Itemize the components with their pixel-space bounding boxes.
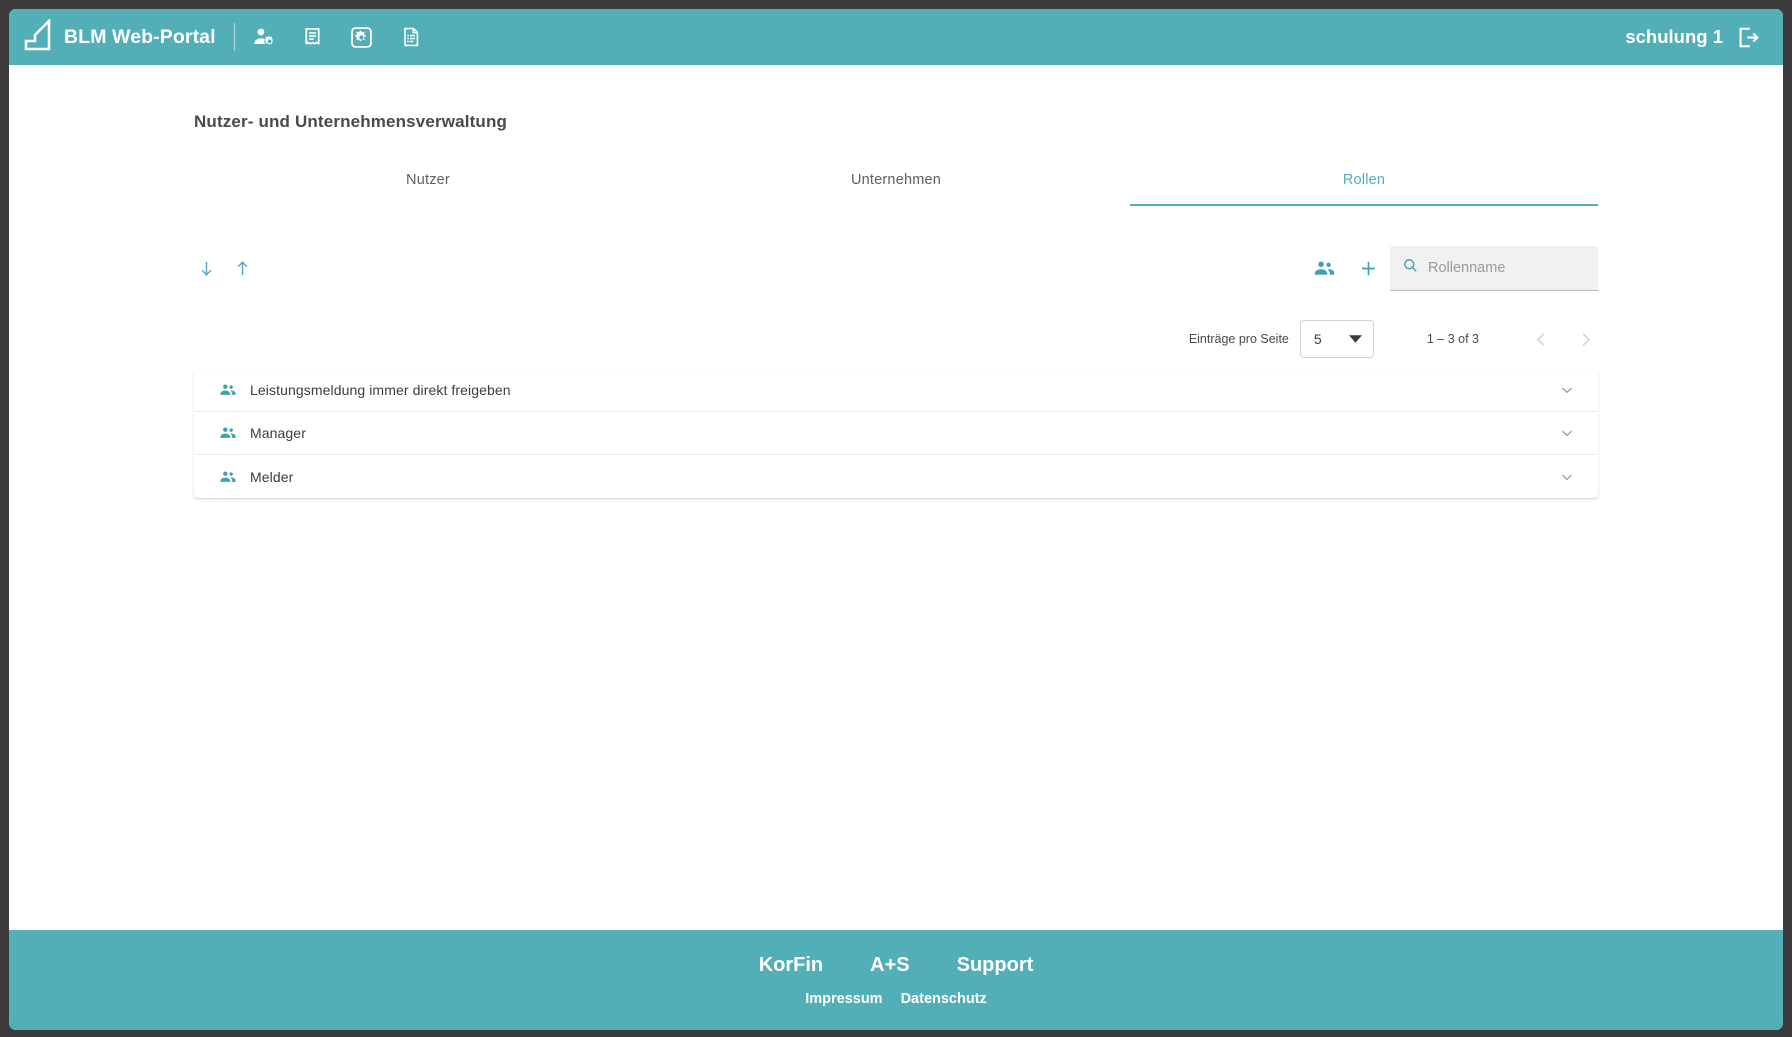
role-name-label: Melder — [250, 469, 293, 485]
footer-link-impressum[interactable]: Impressum — [805, 991, 882, 1007]
roles-list-card: Leistungsmeldung immer direkt freigeben — [194, 369, 1598, 498]
roles-toolbar — [194, 243, 1598, 293]
plus-add-icon[interactable] — [1355, 255, 1381, 281]
chevron-left-icon[interactable] — [1528, 326, 1554, 352]
app-header-bar: BLM Web-Portal — [9, 9, 1783, 65]
header-divider — [234, 23, 235, 51]
chevron-down-icon[interactable] — [1556, 422, 1578, 444]
tab-bar: Nutzer Unternehmen Rollen — [194, 159, 1598, 206]
range-label: 1 – 3 of 3 — [1427, 332, 1479, 346]
logout-icon[interactable] — [1736, 25, 1761, 50]
page-footer: KorFin A+S Support Impressum Datenschutz — [9, 930, 1783, 1030]
user-settings-icon[interactable] — [251, 24, 277, 50]
chevron-down-icon[interactable] — [1556, 466, 1578, 488]
user-area: schulung 1 — [1625, 25, 1761, 50]
search-input[interactable] — [1428, 260, 1586, 276]
user-name-label: schulung 1 — [1625, 26, 1723, 48]
footer-link-datenschutz[interactable]: Datenschutz — [901, 991, 987, 1007]
role-name-label: Leistungsmeldung immer direkt freigeben — [250, 382, 511, 398]
paginator: Einträge pro Seite 5 1 – 3 of 3 — [194, 315, 1598, 363]
arrow-up-icon[interactable] — [230, 256, 254, 280]
search-field[interactable] — [1390, 246, 1598, 291]
tab-unternehmen[interactable]: Unternehmen — [662, 159, 1130, 206]
group-users-icon — [218, 423, 238, 443]
header-nav-icons — [251, 24, 424, 50]
table-row[interactable]: Melder — [194, 455, 1598, 498]
per-page-select[interactable]: 5 — [1300, 320, 1374, 358]
page-title: Nutzer- und Unternehmensverwaltung — [194, 112, 1783, 132]
footer-primary-links: KorFin A+S Support — [759, 954, 1034, 977]
footer-link-aps[interactable]: A+S — [870, 954, 909, 977]
per-page-label: Einträge pro Seite — [1189, 332, 1289, 346]
per-page-value: 5 — [1314, 331, 1322, 347]
table-row[interactable]: Leistungsmeldung immer direkt freigeben — [194, 369, 1598, 412]
browser-window: BLM Web-Portal — [9, 9, 1783, 1030]
chevron-right-icon[interactable] — [1572, 326, 1598, 352]
toolbar-actions — [1311, 255, 1381, 281]
settings-gear-icon[interactable] — [349, 24, 375, 50]
expand-collapse-group — [194, 256, 254, 280]
page-nav — [1528, 326, 1598, 352]
brand-group[interactable]: BLM Web-Portal — [23, 19, 216, 56]
arrow-down-icon[interactable] — [194, 256, 218, 280]
tab-rollen[interactable]: Rollen — [1130, 159, 1598, 206]
footer-link-support[interactable]: Support — [957, 954, 1034, 977]
group-users-icon[interactable] — [1311, 255, 1337, 281]
tab-nutzer[interactable]: Nutzer — [194, 159, 662, 206]
footer-secondary-links: Impressum Datenschutz — [805, 991, 987, 1007]
document-lines-icon[interactable] — [398, 24, 424, 50]
brand-title: BLM Web-Portal — [64, 26, 216, 49]
blm-chart-logo-icon — [23, 19, 53, 56]
table-row[interactable]: Manager — [194, 412, 1598, 455]
chevron-down-icon — [1349, 330, 1362, 348]
group-users-icon — [218, 467, 238, 487]
document-receipt-icon[interactable] — [300, 24, 326, 50]
role-name-label: Manager — [250, 425, 306, 441]
footer-link-korfin[interactable]: KorFin — [759, 954, 823, 977]
search-icon — [1402, 257, 1419, 279]
main-content: Nutzer- und Unternehmensverwaltung Nutze… — [9, 65, 1783, 930]
chevron-down-icon[interactable] — [1556, 379, 1578, 401]
group-users-icon — [218, 380, 238, 400]
